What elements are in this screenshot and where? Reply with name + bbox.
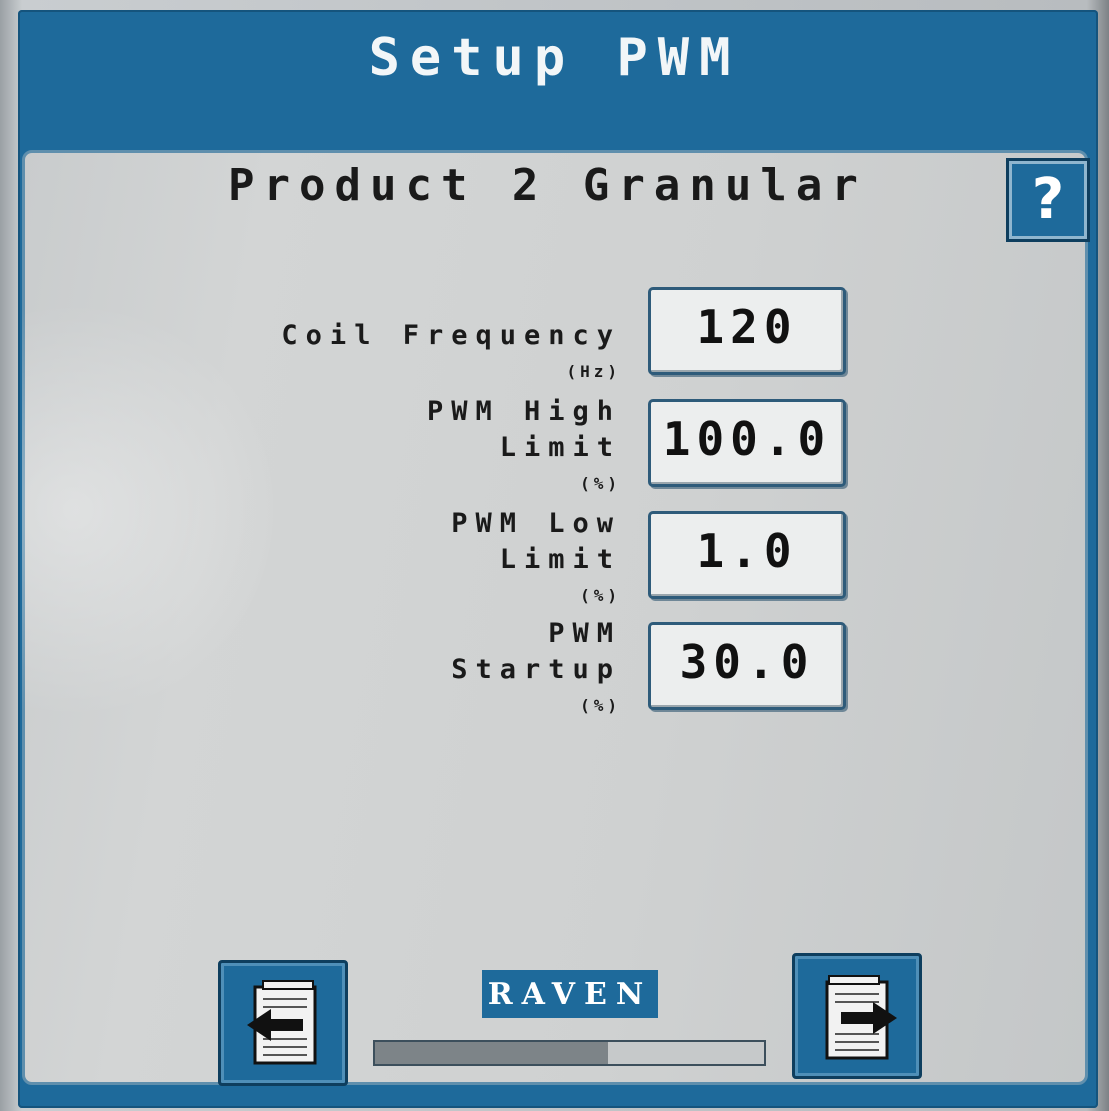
page-back-icon	[247, 980, 317, 1065]
page-position-fill	[375, 1042, 609, 1064]
pwm-low-limit-label: PWM Low Limit	[451, 506, 621, 578]
coil-frequency-unit: (Hz)	[566, 362, 621, 381]
terminal-bezel: Setup PWM Product 2 Granular ? Coil Freq…	[0, 0, 1109, 1111]
pwm-startup-input[interactable]: 30.0	[648, 622, 846, 710]
pwm-startup-label-line-2: Startup	[451, 654, 621, 685]
pwm-startup-label: PWM Startup	[451, 616, 621, 688]
pwm-high-limit-unit: (%)	[580, 474, 621, 493]
coil-frequency-label: Coil Frequency	[281, 318, 621, 354]
pwm-startup-unit: (%)	[580, 696, 621, 715]
pwm-low-limit-unit: (%)	[580, 586, 621, 605]
coil-frequency-label-line-1: Coil Frequency	[281, 320, 621, 351]
pwm-high-limit-input[interactable]: 100.0	[648, 399, 846, 487]
coil-frequency-input[interactable]: 120	[648, 287, 846, 375]
pwm-low-limit-label-line-2: Limit	[499, 544, 621, 575]
page-title: Setup PWM	[368, 28, 741, 88]
pwm-low-limit-label-line-1: PWM Low	[451, 508, 621, 539]
help-button[interactable]: ?	[1006, 158, 1090, 242]
pwm-high-limit-label-line-2: Limit	[499, 432, 621, 463]
next-page-button[interactable]	[792, 953, 922, 1079]
page-position-bar	[373, 1040, 766, 1066]
pwm-startup-label-line-1: PWM	[548, 618, 621, 649]
page-forward-icon	[825, 975, 897, 1060]
pwm-low-limit-input[interactable]: 1.0	[648, 511, 846, 599]
pwm-high-limit-label: PWM High Limit	[427, 394, 621, 466]
product-title: Product 2 Granular	[228, 160, 867, 211]
previous-page-button[interactable]	[218, 960, 348, 1086]
raven-logo: RAVEN	[482, 970, 658, 1018]
pwm-high-limit-label-line-1: PWM High	[426, 396, 621, 427]
